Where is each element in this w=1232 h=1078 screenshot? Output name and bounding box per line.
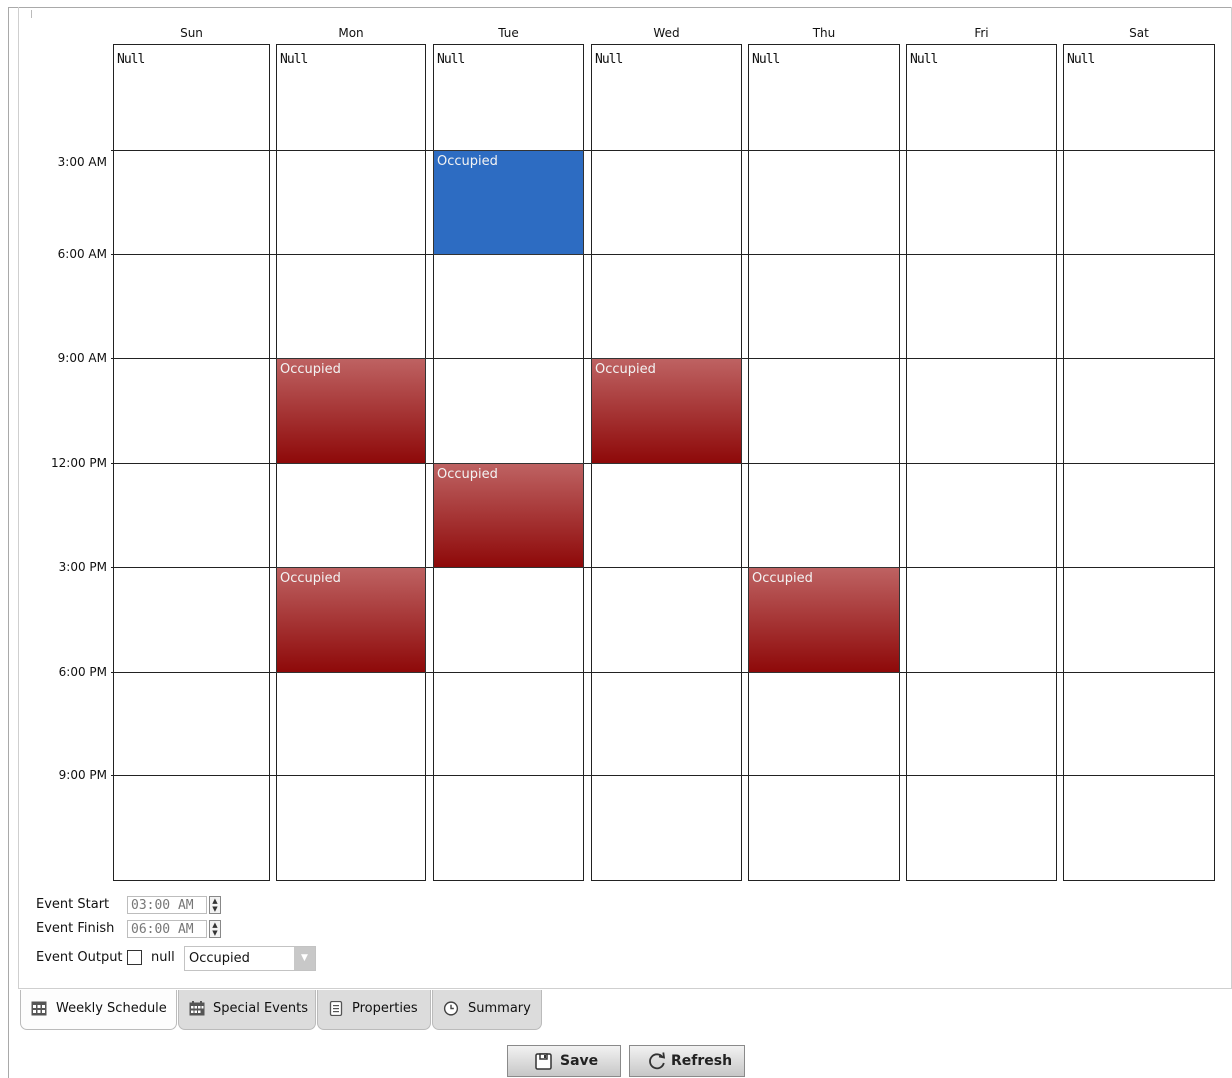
tab-special-events[interactable]: Special Events — [178, 990, 316, 1030]
event-block-thu-afternoon[interactable]: Occupied — [748, 567, 900, 673]
null-label: Null — [910, 52, 938, 67]
tab-label: Properties — [352, 1001, 418, 1016]
day-header-sat: Sat — [1129, 26, 1149, 40]
null-label: Null — [437, 52, 465, 67]
event-output-select[interactable]: Occupied ▼ — [184, 946, 316, 971]
tab-weekly-schedule[interactable]: Weekly Schedule — [20, 990, 177, 1030]
event-block-tue-afternoon[interactable]: Occupied — [433, 463, 584, 568]
event-finish-label: Event Finish — [36, 921, 115, 936]
time-label-3am: 3:00 AM — [57, 155, 107, 169]
day-header-tue: Tue — [498, 26, 519, 40]
time-label-6am: 6:00 AM — [57, 247, 107, 261]
event-start-input[interactable]: 03:00 AM — [127, 896, 207, 914]
gridline-9pm — [111, 775, 1215, 776]
time-label-3pm: 3:00 PM — [58, 560, 107, 574]
tab-properties[interactable]: Properties — [317, 990, 431, 1030]
event-start-spinner[interactable]: ▲ ▼ — [209, 896, 221, 914]
event-start-label: Event Start — [36, 897, 110, 912]
refresh-icon — [649, 1052, 666, 1070]
day-header-sun: Sun — [180, 26, 203, 40]
time-label-9am: 9:00 AM — [57, 351, 107, 365]
calendar-icon — [189, 1001, 205, 1016]
day-header-wed: Wed — [653, 26, 680, 40]
event-label: Occupied — [595, 362, 656, 377]
gridline-6am — [111, 254, 1215, 255]
event-label: Occupied — [752, 571, 813, 586]
event-label: Occupied — [280, 571, 341, 586]
save-button[interactable]: Save — [507, 1045, 621, 1077]
tab-label: Summary — [468, 1001, 531, 1016]
event-output-value: Occupied — [189, 951, 250, 966]
event-output-label: Event Output — [36, 950, 123, 965]
day-header-fri: Fri — [974, 26, 989, 40]
event-label: Occupied — [437, 154, 498, 169]
corner-tick — [31, 10, 32, 18]
gridline-3am — [111, 150, 1215, 151]
null-label: Null — [280, 52, 308, 67]
day-header-mon: Mon — [338, 26, 364, 40]
event-finish-spinner[interactable]: ▲ ▼ — [209, 920, 221, 938]
chevron-down-icon[interactable]: ▼ — [294, 947, 315, 970]
floppy-disk-icon — [535, 1053, 552, 1070]
document-icon — [329, 1001, 343, 1016]
event-block-mon-morning[interactable]: Occupied — [276, 358, 426, 464]
day-header-thu: Thu — [812, 26, 836, 40]
grid-icon — [31, 1001, 47, 1016]
null-checkbox[interactable] — [127, 950, 142, 965]
event-finish-input[interactable]: 06:00 AM — [127, 920, 207, 938]
time-label-6pm: 6:00 PM — [58, 665, 107, 679]
event-block-mon-afternoon[interactable]: Occupied — [276, 567, 426, 673]
refresh-button[interactable]: Refresh — [629, 1045, 745, 1077]
null-label: Null — [595, 52, 623, 67]
null-checkbox-label: null — [151, 950, 175, 965]
refresh-button-label: Refresh — [671, 1053, 733, 1069]
null-label: Null — [752, 52, 780, 67]
tab-summary[interactable]: Summary — [432, 990, 542, 1030]
null-label: Null — [1067, 52, 1095, 67]
event-block-tue-selected[interactable]: Occupied — [433, 150, 584, 255]
clock-icon — [443, 1001, 459, 1016]
null-label: Null — [117, 52, 145, 67]
time-label-12pm: 12:00 PM — [51, 456, 107, 470]
event-label: Occupied — [280, 362, 341, 377]
event-label: Occupied — [437, 467, 498, 482]
event-block-wed-morning[interactable]: Occupied — [591, 358, 742, 464]
save-button-label: Save — [560, 1053, 599, 1069]
time-label-9pm: 9:00 PM — [58, 768, 107, 782]
tab-label: Weekly Schedule — [56, 1001, 167, 1016]
tab-label: Special Events — [213, 1001, 308, 1016]
